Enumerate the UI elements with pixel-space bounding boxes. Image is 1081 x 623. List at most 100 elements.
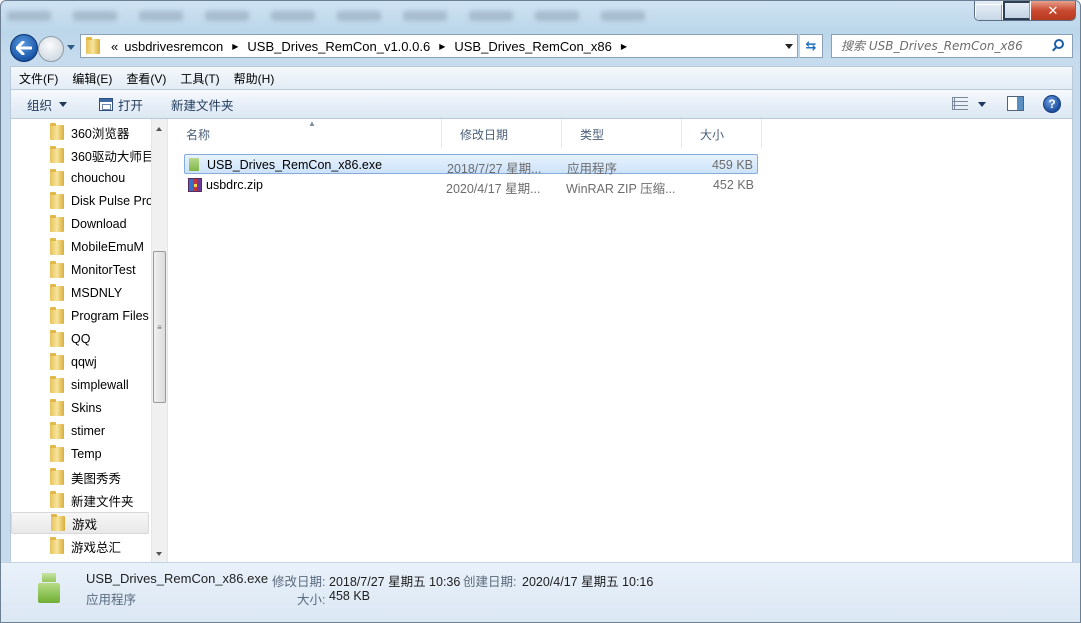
- nav-folder-item[interactable]: Disk Pulse Pro: [11, 190, 151, 212]
- file-type: WinRAR ZIP 压缩...: [566, 182, 676, 196]
- nav-folder-label: 360驱动大师目: [71, 149, 151, 164]
- breadcrumb-item[interactable]: USB_Drives_RemCon_x86: [451, 39, 615, 54]
- nav-folder-item[interactable]: Program Files: [11, 305, 149, 327]
- folder-icon: [50, 490, 64, 508]
- close-button[interactable]: ✕: [1031, 1, 1075, 20]
- file-list: 名称 ▲ 修改日期 类型 大小 USB_Drives_RemCon_x86.ex…: [168, 119, 1073, 562]
- nav-folder-label: 美图秀秀: [71, 471, 122, 486]
- menu-bar: 文件(F) 编辑(E) 查看(V) 工具(T) 帮助(H): [10, 66, 1073, 89]
- folder-icon: [50, 260, 64, 278]
- winrar-zip-icon: [188, 178, 202, 192]
- organize-button[interactable]: 组织: [19, 92, 75, 116]
- breadcrumb-separator-icon[interactable]: ▶: [226, 42, 244, 51]
- details-size-label: 大小:: [297, 593, 326, 607]
- breadcrumb-separator-icon[interactable]: ▶: [615, 42, 633, 51]
- help-icon[interactable]: ?: [1043, 95, 1061, 113]
- nav-folder-label: 360浏览器: [71, 126, 130, 141]
- nav-folder-item[interactable]: qqwj: [11, 351, 149, 373]
- breadcrumb-item[interactable]: USB_Drives_RemCon_v1.0.0.6: [244, 39, 433, 54]
- nav-folder-item[interactable]: chouchou: [11, 167, 149, 189]
- nav-folder-item[interactable]: Download: [11, 213, 149, 235]
- address-bar[interactable]: « usbdrivesremcon ▶ USB_Drives_RemCon_v1…: [80, 34, 798, 58]
- menu-help[interactable]: 帮助(H): [234, 70, 275, 87]
- folder-icon: [50, 214, 64, 232]
- folder-icon: [50, 352, 64, 370]
- new-folder-button[interactable]: 新建文件夹: [163, 92, 242, 116]
- nav-folder-label: MobileEmuM: [71, 240, 144, 254]
- scroll-up-icon[interactable]: [156, 127, 162, 131]
- details-modified-label: 修改日期:: [272, 575, 326, 589]
- nav-folder-item[interactable]: 游戏总汇: [11, 535, 149, 557]
- nav-folder-label: QQ: [71, 332, 91, 346]
- view-details-icon[interactable]: [952, 97, 968, 110]
- nav-folder-label: Disk Pulse Pro: [71, 194, 151, 208]
- arrow-left-icon: [16, 41, 32, 55]
- nav-folder-item[interactable]: 游戏: [11, 512, 149, 534]
- details-size-value: 458 KB: [329, 589, 371, 603]
- nav-folder-item[interactable]: MonitorTest: [11, 259, 149, 281]
- nav-folder-item[interactable]: MSDNLY: [11, 282, 149, 304]
- navigation-pane: 360浏览器 360驱动大师目 chouchou Disk Pulse Pro Down…: [11, 119, 151, 562]
- scroll-down-icon[interactable]: [156, 552, 162, 556]
- minimize-icon: [975, 4, 1002, 20]
- nav-folder-label: MSDNLY: [71, 286, 123, 300]
- column-header-size[interactable]: 大小: [682, 119, 762, 149]
- refresh-button[interactable]: ⇆: [799, 34, 823, 58]
- menu-file[interactable]: 文件(F): [19, 70, 58, 87]
- open-button[interactable]: 打开: [91, 92, 151, 116]
- scrollbar-thumb[interactable]: ≡: [153, 251, 166, 404]
- folder-icon: [50, 122, 64, 140]
- forward-button[interactable]: [38, 36, 64, 62]
- address-dropdown-icon[interactable]: [785, 44, 793, 49]
- folder-icon: [50, 145, 64, 163]
- search-input[interactable]: [841, 39, 1041, 53]
- sort-ascending-icon: ▲: [308, 119, 316, 128]
- nav-folder-item[interactable]: MobileEmuM: [11, 236, 149, 258]
- nav-folder-item[interactable]: 美图秀秀: [11, 466, 149, 488]
- maximize-button[interactable]: [1002, 1, 1031, 20]
- folder-icon: [50, 421, 64, 439]
- breadcrumb-overflow[interactable]: «: [108, 39, 121, 54]
- nav-folder-item[interactable]: simplewall: [11, 374, 149, 396]
- command-bar: 组织 打开 新建文件夹 ?: [10, 89, 1073, 119]
- nav-folder-label: 新建文件夹: [71, 494, 134, 509]
- nav-folder-item[interactable]: Temp: [11, 443, 149, 465]
- back-button[interactable]: [10, 34, 38, 62]
- nav-folder-item[interactable]: stimer: [11, 420, 149, 442]
- folder-icon: [50, 191, 64, 209]
- minimize-button[interactable]: [975, 1, 1003, 20]
- nav-folder-item[interactable]: Skins: [11, 397, 149, 419]
- nav-folder-label: simplewall: [71, 378, 129, 392]
- column-header-name[interactable]: 名称 ▲: [168, 119, 442, 149]
- folder-icon: [50, 306, 64, 324]
- file-row[interactable]: usbdrc.zip 2020/4/17 星期... WinRAR ZIP 压缩…: [184, 175, 758, 196]
- details-modified-value: 2018/7/27 星期五 10:36: [329, 575, 461, 589]
- column-header-date[interactable]: 修改日期: [442, 119, 562, 149]
- menu-edit[interactable]: 编辑(E): [72, 70, 112, 87]
- column-header-type[interactable]: 类型: [562, 119, 682, 149]
- nav-pane-scrollbar[interactable]: ≡: [151, 119, 167, 562]
- nav-folder-item[interactable]: 360驱动大师目: [11, 144, 151, 166]
- menu-view[interactable]: 查看(V): [126, 70, 166, 87]
- menu-tools[interactable]: 工具(T): [180, 70, 219, 87]
- breadcrumb-item[interactable]: usbdrivesremcon: [121, 39, 226, 54]
- breadcrumb-separator-icon[interactable]: ▶: [433, 42, 451, 51]
- nav-folder-item[interactable]: QQ: [11, 328, 149, 350]
- chevron-down-icon: [59, 101, 68, 107]
- nav-folder-label: Download: [71, 217, 127, 231]
- file-size: 459 KB: [711, 158, 753, 172]
- folder-icon: [50, 444, 64, 462]
- nav-folder-item[interactable]: 360浏览器: [11, 121, 149, 143]
- file-row[interactable]: USB_Drives_RemCon_x86.exe 2018/7/27 星期..…: [184, 154, 758, 176]
- search-icon[interactable]: [1054, 39, 1064, 49]
- nav-folder-label: Program Files: [71, 309, 149, 323]
- search-box[interactable]: [831, 34, 1073, 58]
- folder-icon: [86, 36, 100, 54]
- preview-pane-icon[interactable]: [1007, 96, 1024, 111]
- explorer-window: ✕ « usbdrivesremcon ▶ USB_Drives_RemCon_…: [0, 0, 1081, 623]
- exe-icon: [189, 158, 199, 171]
- maximize-icon: [1002, 1, 1031, 20]
- nav-folder-item[interactable]: 新建文件夹: [11, 489, 149, 511]
- recent-pages-dropdown[interactable]: [67, 45, 75, 50]
- view-options-dropdown-icon[interactable]: [978, 102, 986, 107]
